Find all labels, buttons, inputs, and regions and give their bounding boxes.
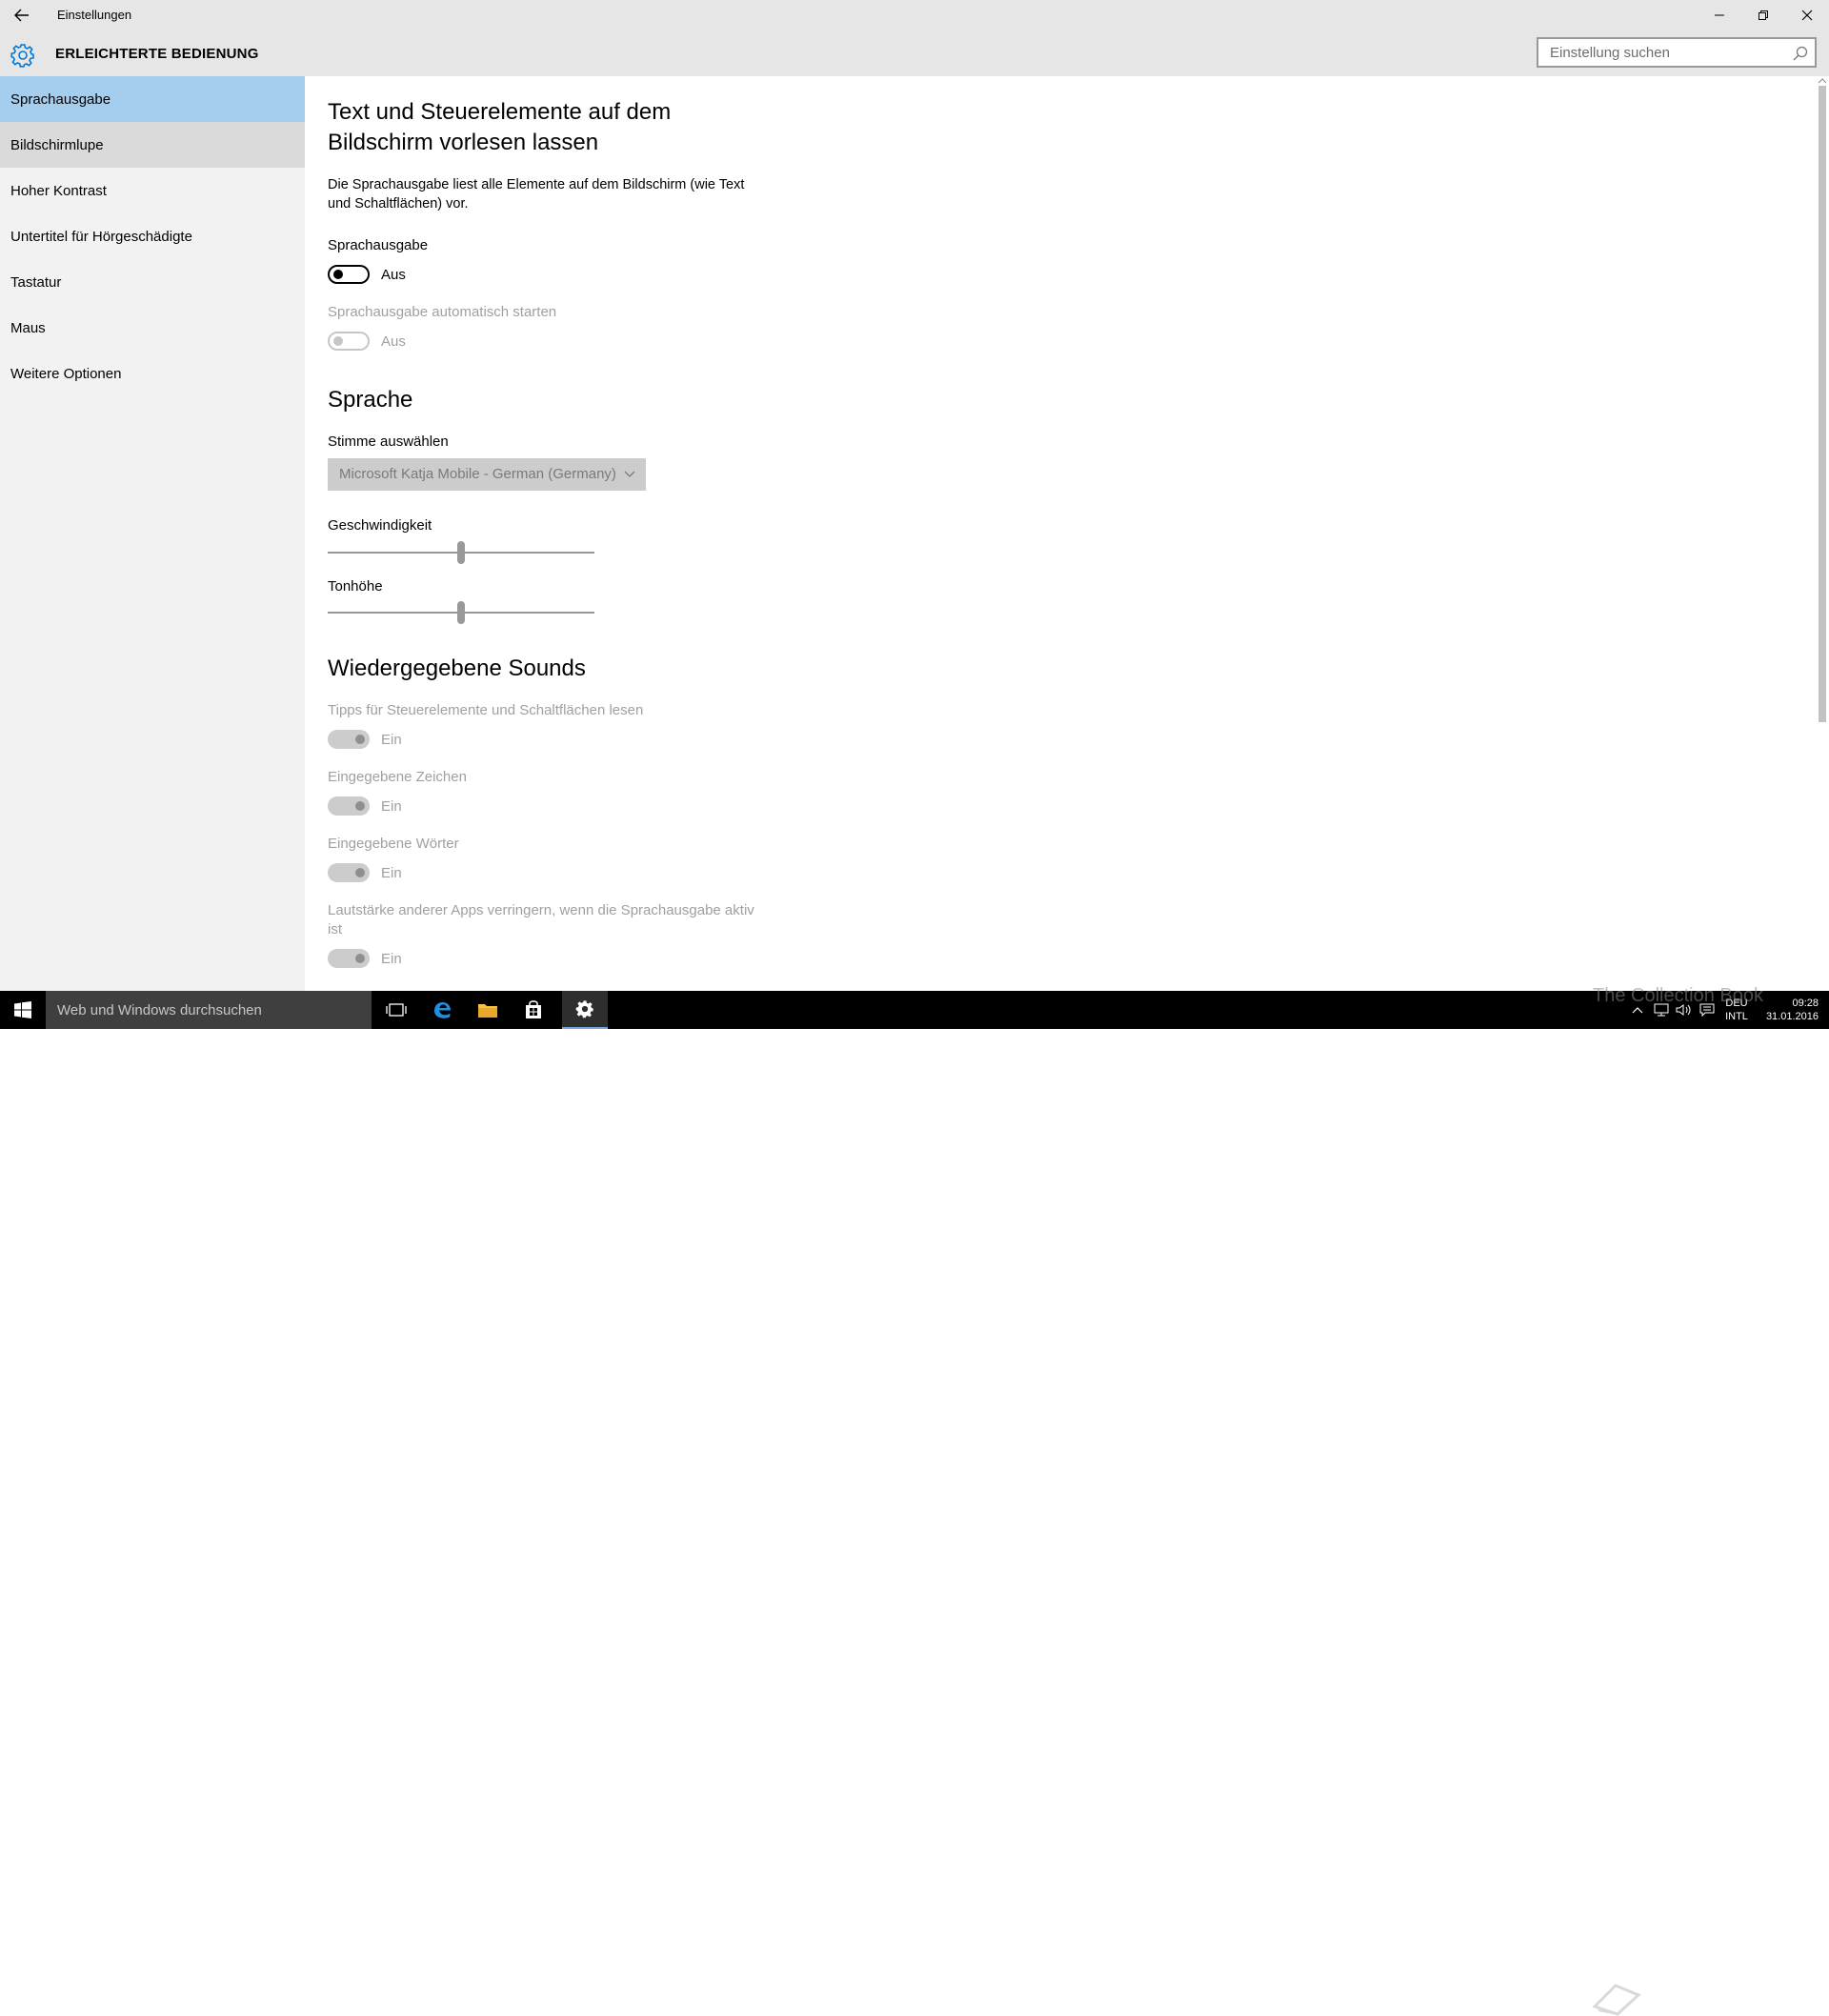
clock-time: 09:28 [1792, 998, 1819, 1009]
restore-icon [1759, 10, 1768, 20]
taskbar-search-text: Web und Windows durchsuchen [57, 1002, 262, 1018]
sidebar-item-label: Sprachausgabe [10, 91, 111, 108]
watermark-text: The Collection Book [1593, 985, 1763, 1006]
system-clock[interactable]: 09:28 31.01.2016 [1756, 997, 1819, 1023]
slider-thumb[interactable] [457, 541, 465, 564]
sound-toggle-tips[interactable] [328, 730, 370, 749]
keyboard-layout: INTL [1725, 1011, 1748, 1022]
sidebar-item-label: Hoher Kontrast [10, 182, 107, 199]
search-input[interactable] [1548, 44, 1780, 62]
sidebar-item-weitere-optionen[interactable]: Weitere Optionen [0, 351, 305, 396]
page-title: Text und Steuerelemente auf dem Bildschi… [328, 99, 672, 155]
settings-search-box[interactable] [1537, 37, 1817, 68]
narrator-toggle[interactable] [328, 265, 370, 284]
chevron-down-icon [624, 471, 635, 477]
task-view-button[interactable] [373, 991, 419, 1029]
autostart-state: Aus [381, 333, 406, 350]
gear-icon [575, 1000, 593, 1018]
sound-state-words: Ein [381, 865, 402, 881]
sound-state-ducking: Ein [381, 951, 402, 967]
scroll-up-icon[interactable] [1819, 76, 1826, 86]
taskbar-search[interactable]: Web und Windows durchsuchen [46, 991, 372, 1029]
sidebar-item-label: Bildschirmlupe [10, 136, 104, 153]
page-description: Die Sprachausgabe liest alle Elemente au… [328, 177, 745, 212]
back-arrow-icon [14, 9, 29, 22]
sounds-heading: Wiedergegebene Sounds [328, 655, 586, 681]
sidebar-item-label: Maus [10, 319, 46, 336]
sidebar-item-hoher-kontrast[interactable]: Hoher Kontrast [0, 168, 305, 213]
title-bar: Einstellungen ERLEICHTERTE BEDIENUNG [0, 0, 1829, 76]
sound-state-tips: Ein [381, 732, 402, 748]
file-explorer-button[interactable] [465, 991, 511, 1029]
folder-icon [478, 1004, 497, 1018]
windows-logo-icon [14, 1001, 31, 1018]
speed-label: Geschwindigkeit [328, 517, 432, 534]
toggle-knob [355, 868, 365, 877]
sound-toggle-ducking[interactable] [328, 949, 370, 968]
task-view-icon [386, 1003, 407, 1017]
sidebar: Sprachausgabe Bildschirmlupe Hoher Kontr… [0, 76, 305, 991]
pitch-label: Tonhöhe [328, 578, 383, 595]
sound-label-tips: Tipps für Steuerelemente und Schaltfläch… [328, 702, 644, 718]
toggle-knob [355, 801, 365, 811]
close-button[interactable] [1785, 0, 1829, 30]
gear-icon [10, 44, 34, 68]
taskbar: Web und Windows durchsuchen DEU INTL 09:… [0, 991, 1829, 2016]
sidebar-item-label: Tastatur [10, 273, 62, 291]
scroll-thumb[interactable] [1819, 86, 1826, 722]
sidebar-item-tastatur[interactable]: Tastatur [0, 259, 305, 305]
edge-button[interactable] [419, 991, 465, 1029]
narrator-state: Aus [381, 267, 406, 283]
search-icon[interactable] [1792, 45, 1809, 62]
start-button[interactable] [0, 991, 46, 1029]
sidebar-item-label: Weitere Optionen [10, 365, 122, 382]
clock-date: 31.01.2016 [1765, 1011, 1819, 1022]
restore-button[interactable] [1741, 0, 1785, 30]
autostart-toggle[interactable] [328, 332, 370, 351]
section-title: ERLEICHTERTE BEDIENUNG [55, 46, 259, 62]
minimize-icon [1715, 14, 1724, 16]
store-icon [526, 1000, 541, 1018]
toggle-knob [355, 735, 365, 744]
sound-toggle-chars[interactable] [328, 796, 370, 816]
narrator-label: Sprachausgabe [328, 237, 429, 253]
toggle-knob [333, 270, 343, 279]
language-heading: Sprache [328, 387, 413, 413]
sound-label-ducking: Lautstärke anderer Apps verringern, wenn… [328, 902, 754, 937]
back-button[interactable] [8, 2, 36, 29]
close-icon [1801, 10, 1813, 21]
sidebar-item-maus[interactable]: Maus [0, 305, 305, 351]
sidebar-item-sprachausgabe[interactable]: Sprachausgabe [0, 76, 305, 122]
toggle-knob [333, 336, 343, 346]
store-button[interactable] [511, 991, 556, 1029]
sound-label-chars: Eingegebene Zeichen [328, 769, 467, 785]
voice-dropdown[interactable]: Microsoft Katja Mobile - German (Germany… [328, 458, 646, 491]
voice-value: Microsoft Katja Mobile - German (Germany… [339, 466, 616, 482]
sound-toggle-words[interactable] [328, 863, 370, 882]
sound-state-chars: Ein [381, 798, 402, 815]
pitch-slider[interactable] [328, 601, 594, 624]
vertical-scrollbar[interactable] [1816, 76, 1829, 991]
sidebar-item-label: Untertitel für Hörgeschädigte [10, 228, 192, 245]
sidebar-item-untertitel[interactable]: Untertitel für Hörgeschädigte [0, 213, 305, 259]
minimize-button[interactable] [1698, 0, 1741, 30]
window-title: Einstellungen [57, 8, 132, 22]
voice-label: Stimme auswählen [328, 433, 449, 450]
settings-taskbar-button[interactable] [562, 991, 608, 1029]
sidebar-item-bildschirmlupe[interactable]: Bildschirmlupe [0, 122, 305, 168]
speed-slider[interactable] [328, 541, 594, 564]
slider-thumb[interactable] [457, 601, 465, 624]
edge-icon [434, 1002, 451, 1018]
watermark-book-icon [1592, 1984, 1641, 2016]
chevron-up-icon [1632, 1007, 1643, 1014]
autostart-label: Sprachausgabe automatisch starten [328, 304, 557, 320]
toggle-knob [355, 954, 365, 963]
sound-label-words: Eingegebene Wörter [328, 836, 459, 852]
main-content: Text und Steuerelemente auf dem Bildschi… [305, 76, 1810, 991]
